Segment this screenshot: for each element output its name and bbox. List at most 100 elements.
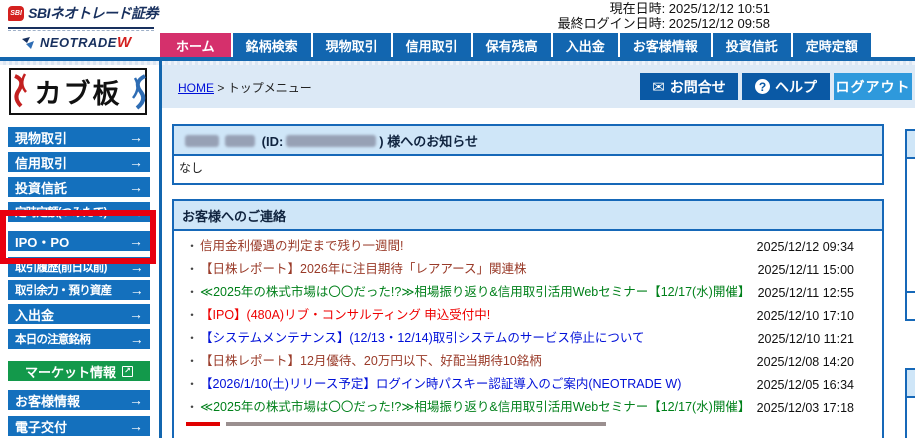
logout-button-label: ログアウト xyxy=(835,78,911,95)
news-panel-header: お客様へのご連絡 xyxy=(174,201,882,231)
news-row: ・ 【日株レポート】2026年に注目期待「レアアース」関連株 2025/12/1… xyxy=(174,258,882,281)
sidebar-item-定時定額(つみたて)[interactable]: 定時定額(つみたて) → xyxy=(8,202,150,222)
news-link[interactable]: 信用金利優遇の判定まで残り一週間! xyxy=(200,238,757,255)
masked-name-1 xyxy=(185,135,219,147)
breadcrumb: HOME > トップメニュー xyxy=(178,79,312,96)
nav-tab-label: 信用取引 xyxy=(405,38,458,54)
bullet-icon: ・ xyxy=(186,262,199,276)
sidebar-item-label: お客様情報 xyxy=(15,393,81,409)
notice-panel-header: (ID:) 様へのお知らせ xyxy=(174,126,882,156)
news-link[interactable]: 【IPO】(480A)リブ・コンサルティング 申込受付中! xyxy=(200,307,757,324)
nav-tab-現物取引[interactable]: 現物取引 xyxy=(312,33,391,57)
arrow-icon: → xyxy=(129,179,143,195)
sidebar-item-本日の注意銘柄[interactable]: 本日の注意銘柄 → xyxy=(8,329,150,349)
sidebar-item-label: 入出金 xyxy=(15,307,55,323)
nav-tab-ホーム[interactable]: ホーム xyxy=(160,33,231,57)
arrow-icon: → xyxy=(129,129,143,145)
logout-button[interactable]: ログアウト xyxy=(834,73,912,100)
news-row: ・ ≪2025年の株式市場は〇〇だった!?≫相場振り返り&信用取引活用Webセミ… xyxy=(174,281,882,304)
arrow-icon: → xyxy=(129,418,143,434)
sidebar-item-入出金[interactable]: 入出金 → xyxy=(8,304,150,324)
clipped-news-row xyxy=(174,419,882,426)
sidebar-item-label: マーケット情報 xyxy=(24,364,116,380)
sidebar-item-IPO・PO[interactable]: IPO・PO → xyxy=(8,231,150,251)
nav-tab-定時定額[interactable]: 定時定額 xyxy=(792,33,871,57)
sidebar-item-信用取引[interactable]: 信用取引 → xyxy=(8,152,150,172)
masked-id xyxy=(286,135,377,147)
news-row: ・ 【日株レポート】12月優待、20万円以下、好配当期待10銘柄 2025/12… xyxy=(174,350,882,373)
bullet-icon: ・ xyxy=(186,354,199,368)
news-link[interactable]: 【日株レポート】2026年に注目期待「レアアース」関連株 xyxy=(200,261,758,278)
news-link[interactable]: ≪2025年の株式市場は〇〇だった!?≫相場振り返り&信用取引活用Webセミナー… xyxy=(200,284,758,301)
sidebar-item-投資信託[interactable]: 投資信託 → xyxy=(8,177,150,197)
arrow-icon: → xyxy=(129,392,143,408)
mail-icon: ✉ xyxy=(652,78,665,96)
sidebar-item-取引履歴(前日以前)[interactable]: 取引履歴(前日以前) → xyxy=(8,257,150,277)
nav-tab-保有残高[interactable]: 保有残高 xyxy=(472,33,551,57)
sbi-badge-icon: SBI xyxy=(8,5,25,21)
right-side-panel-top-header xyxy=(907,131,915,159)
global-nav: ホーム 銘柄検索 現物取引 信用取引 保有残高 入出金 お客様情報 投資信託 定時定額 xyxy=(160,33,871,57)
arrow-icon: → xyxy=(129,282,144,298)
session-datetime: 現在日時: 2025/12/12 10:51 最終ログイン日時: 2025/12… xyxy=(558,1,770,31)
right-side-panel-top-divider xyxy=(907,291,915,293)
breadcrumb-separator: > xyxy=(214,81,228,95)
nav-tab-銘柄検索[interactable]: 銘柄検索 xyxy=(232,33,311,57)
nav-tab-投資信託[interactable]: 投資信託 xyxy=(712,33,791,57)
news-link[interactable]: 【日株レポート】12月優待、20万円以下、好配当期待10銘柄 xyxy=(200,353,757,370)
contact-button-label: お問合せ xyxy=(669,78,726,95)
news-date: 2025/12/11 12:55 xyxy=(757,285,854,300)
sidebar-divider xyxy=(159,61,162,438)
news-row: ・ 【2026/1/10(土)リリース予定】ログイン時パスキー認証導入のご案内(… xyxy=(174,373,882,396)
brand-divider xyxy=(8,27,154,31)
news-date: 2025/12/12 09:34 xyxy=(756,239,854,254)
contact-button[interactable]: ✉ お問合せ xyxy=(640,73,738,100)
news-link[interactable]: ≪2025年の株式市場は〇〇だった!?≫相場振り返り&信用取引活用Webセミナー… xyxy=(200,399,757,416)
sidebar-item-マーケット情報[interactable]: マーケット情報 ↗ xyxy=(8,361,150,381)
sidebar-item-label: 現物取引 xyxy=(15,130,68,146)
nav-tab-label: 保有残高 xyxy=(485,38,538,54)
sidebar-item-電子交付[interactable]: 電子交付 → xyxy=(8,416,150,436)
arrow-icon: → xyxy=(129,204,144,220)
bullet-icon: ・ xyxy=(186,285,199,299)
arrow-icon: → xyxy=(129,306,143,322)
bullet-icon: ・ xyxy=(186,400,199,414)
notice-title-suffix: 様へのお知らせ xyxy=(387,134,479,149)
sidebar-item-label: IPO・PO xyxy=(15,234,70,250)
news-row: ・ 信用金利優遇の判定まで残り一週間! 2025/12/12 09:34 xyxy=(174,235,882,258)
nav-tab-label: 投資信託 xyxy=(725,38,778,54)
product-name: NEOTRADEW xyxy=(40,34,132,51)
news-row: ・ 【IPO】(480A)リブ・コンサルティング 申込受付中! 2025/12/… xyxy=(174,304,882,327)
right-side-panel-bottom-header xyxy=(907,370,915,398)
news-link[interactable]: 【2026/1/10(土)リリース予定】ログイン時パスキー認証導入のご案内(NE… xyxy=(200,376,757,393)
sidebar-item-お客様情報[interactable]: お客様情報 → xyxy=(8,390,150,410)
sidebar-item-label: 信用取引 xyxy=(15,155,68,171)
bullet-icon: ・ xyxy=(186,239,199,253)
notice-id-suffix: ) xyxy=(379,134,384,149)
clipped-row-fragment xyxy=(186,422,220,426)
nav-tab-label: 現物取引 xyxy=(325,38,378,54)
nav-tab-label: ホーム xyxy=(176,38,215,54)
nav-tab-お客様情報[interactable]: お客様情報 xyxy=(619,33,711,57)
news-link[interactable]: 【システムメンテナンス】(12/13・12/14)取引システムのサービス停止につ… xyxy=(200,330,758,347)
brand-logo[interactable]: SBI SBIネオトレード証券 NEOTRADEW xyxy=(8,3,158,51)
current-datetime: 現在日時: 2025/12/12 10:51 xyxy=(609,1,770,16)
sidebar-item-label: 投資信託 xyxy=(15,180,68,196)
sidebar-item-現物取引[interactable]: 現物取引 → xyxy=(8,127,150,147)
news-row: ・ ≪2025年の株式市場は〇〇だった!?≫相場振り返り&信用取引活用Webセミ… xyxy=(174,396,882,419)
sidebar-item-取引余力・預り資産[interactable]: 取引余力・預り資産 → xyxy=(8,280,150,300)
nav-tab-入出金[interactable]: 入出金 xyxy=(552,33,618,57)
nav-tab-信用取引[interactable]: 信用取引 xyxy=(392,33,471,57)
sidebar-item-label: 取引余力・預り資産 xyxy=(15,285,112,297)
bullet-icon: ・ xyxy=(186,308,199,322)
bullet-icon: ・ xyxy=(186,377,199,391)
last-login-datetime: 最終ログイン日時: 2025/12/12 09:58 xyxy=(557,16,770,31)
bullet-icon: ・ xyxy=(186,331,199,345)
arrow-icon: → xyxy=(129,154,143,170)
sidebar-item-label: 本日の注意銘柄 xyxy=(15,334,91,346)
sidebar-item-label: 取引履歴(前日以前) xyxy=(15,262,107,274)
news-list: ・ 信用金利優遇の判定まで残り一週間! 2025/12/12 09:34 ・ 【… xyxy=(174,231,882,419)
breadcrumb-home-link[interactable]: HOME xyxy=(178,81,214,95)
help-button[interactable]: ? ヘルプ xyxy=(742,73,830,100)
right-side-panel-top xyxy=(905,129,915,321)
